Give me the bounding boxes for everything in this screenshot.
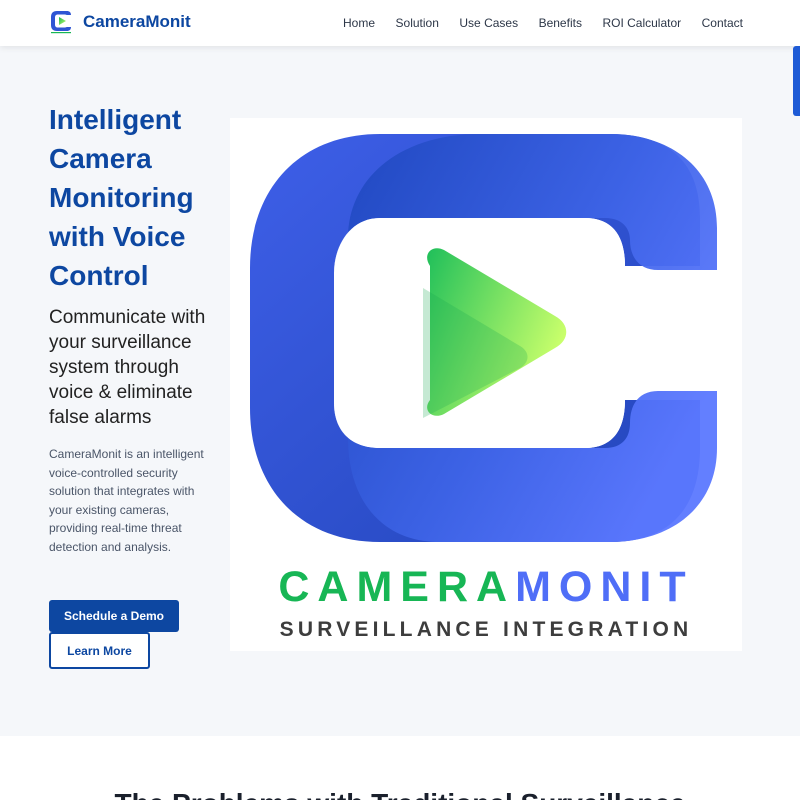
wordmark-monit: MONIT xyxy=(515,563,694,611)
wordmark-camera: CAMERA xyxy=(278,563,516,611)
nav-benefits[interactable]: Benefits xyxy=(539,16,582,30)
hero-section: Intelligent Camera Monitoring with Voice… xyxy=(0,46,800,736)
problems-title: The Problems with Traditional Surveillan… xyxy=(0,788,800,800)
problems-section: The Problems with Traditional Surveillan… xyxy=(0,736,800,800)
brand[interactable]: CameraMonit xyxy=(49,9,191,35)
top-navbar: CameraMonit Home Solution Use Cases Bene… xyxy=(0,0,800,46)
logo-tagline: SURVEILLANCE INTEGRATION xyxy=(279,618,693,641)
learn-more-button[interactable]: Learn More xyxy=(49,632,150,669)
brand-logo-icon xyxy=(51,11,71,34)
camera-play-icon xyxy=(250,134,717,542)
hero-subtitle: Communicate with your surveillance syste… xyxy=(49,307,206,428)
schedule-demo-button[interactable]: Schedule a Demo xyxy=(49,600,179,632)
nav-solution[interactable]: Solution xyxy=(396,16,439,30)
hero-description: CameraMonit is an intelligent voice-cont… xyxy=(49,447,204,554)
hero-text: Intelligent Camera Monitoring with Voice… xyxy=(49,100,207,556)
main-nav: Home Solution Use Cases Benefits ROI Cal… xyxy=(343,16,743,30)
logo-wordmark: CAMERAMONIT xyxy=(230,562,742,612)
hero-logo-image: CAMERAMONIT SURVEILLANCE INTEGRATION xyxy=(230,118,742,651)
nav-roi-calculator[interactable]: ROI Calculator xyxy=(602,16,681,30)
nav-home[interactable]: Home xyxy=(343,16,375,30)
nav-use-cases[interactable]: Use Cases xyxy=(459,16,518,30)
brand-name: CameraMonit xyxy=(83,12,191,31)
hero-title: Intelligent Camera Monitoring with Voice… xyxy=(49,104,194,291)
nav-contact[interactable]: Contact xyxy=(702,16,743,30)
scrollbar-thumb[interactable] xyxy=(793,46,800,116)
